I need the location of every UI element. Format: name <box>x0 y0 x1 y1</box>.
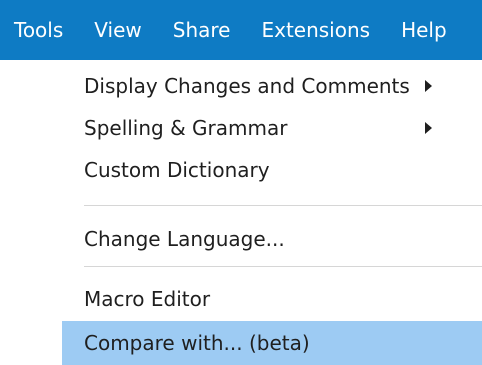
menu-item-label: Display Changes and Comments <box>84 74 410 98</box>
menu-tools[interactable]: Tools <box>14 18 64 42</box>
tools-dropdown-menu: Display Changes and Comments Spelling & … <box>62 60 482 365</box>
menu-item-label: Spelling & Grammar <box>84 116 288 140</box>
menu-item-custom-dictionary[interactable]: Custom Dictionary <box>62 148 482 192</box>
menu-item-label: Compare with... (beta) <box>84 331 310 355</box>
menu-item-label: Custom Dictionary <box>84 158 270 182</box>
menu-separator <box>84 266 482 267</box>
submenu-arrow-icon <box>425 80 432 92</box>
menu-item-label: Change Language... <box>84 227 285 251</box>
menu-item-macro-editor[interactable]: Macro Editor <box>62 277 482 321</box>
menu-item-display-changes[interactable]: Display Changes and Comments <box>62 64 482 108</box>
menu-extensions[interactable]: Extensions <box>261 18 370 42</box>
menu-view[interactable]: View <box>94 18 141 42</box>
menu-item-spelling-grammar[interactable]: Spelling & Grammar <box>62 106 482 150</box>
menu-separator <box>84 205 482 206</box>
menu-item-label: Macro Editor <box>84 287 211 311</box>
menu-item-change-language[interactable]: Change Language... <box>62 217 482 261</box>
menu-help[interactable]: Help <box>401 18 447 42</box>
submenu-arrow-icon <box>425 122 432 134</box>
menu-share[interactable]: Share <box>173 18 231 42</box>
menu-item-compare-with[interactable]: Compare with... (beta) <box>62 321 482 365</box>
menu-bar: Tools View Share Extensions Help <box>0 0 482 60</box>
